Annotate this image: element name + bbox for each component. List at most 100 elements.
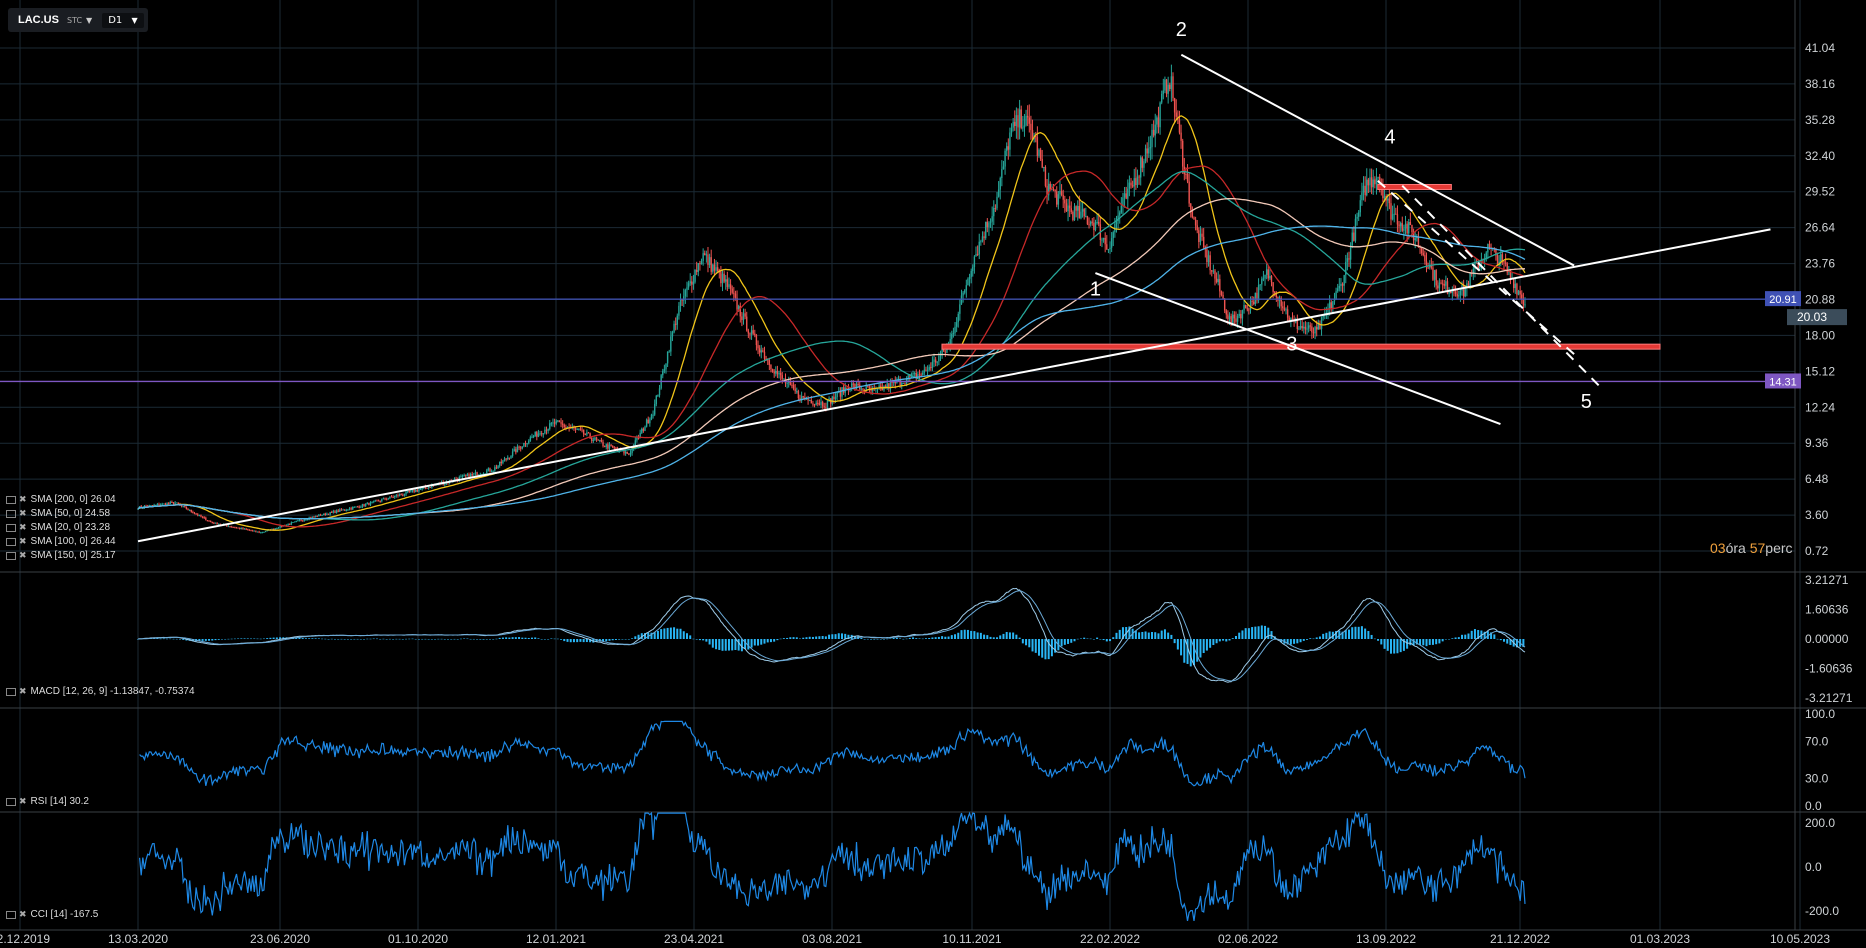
settings-icon[interactable]: [6, 551, 16, 560]
macd-bar: [1160, 630, 1163, 639]
candle-body: [534, 431, 536, 437]
candle-body: [673, 323, 675, 333]
candle-body: [1462, 285, 1465, 297]
macd-bar: [1021, 639, 1024, 644]
settings-icon[interactable]: [6, 537, 16, 546]
close-icon[interactable]: ✖: [19, 508, 27, 519]
candle-body: [1438, 282, 1441, 289]
candle-body: [1359, 200, 1362, 213]
candle-body: [1093, 222, 1095, 231]
macd-bar: [250, 638, 253, 640]
macd-bar: [1461, 634, 1464, 639]
close-icon[interactable]: ✖: [19, 796, 27, 807]
macd-bar: [566, 639, 569, 642]
candle-body: [1119, 212, 1121, 216]
close-icon[interactable]: ✖: [19, 494, 27, 505]
indicator-sma50[interactable]: ✖ SMA [50, 0] 24.58: [6, 508, 110, 519]
settings-icon[interactable]: [6, 687, 16, 696]
macd-bar: [763, 639, 766, 644]
candle-body: [1370, 177, 1373, 188]
macd-bar: [1247, 628, 1250, 639]
candle-body: [1064, 199, 1066, 204]
macd-bar: [330, 638, 333, 640]
symbol-toolbar[interactable]: LAC.US STC ▼ D1 ▼: [8, 8, 148, 32]
macd-bar: [928, 638, 931, 639]
macd-bar: [233, 638, 236, 640]
settings-icon[interactable]: [6, 523, 16, 532]
candle-body: [1088, 224, 1090, 226]
candle-body: [994, 208, 997, 210]
close-icon[interactable]: ✖: [19, 550, 27, 561]
macd-bar: [1386, 639, 1389, 651]
macd-bar: [1138, 632, 1141, 639]
candle-body: [668, 351, 670, 353]
indicator-sma150[interactable]: ✖ SMA [150, 0] 25.17: [6, 550, 116, 561]
candle-body: [174, 502, 176, 504]
indicator-sma20[interactable]: ✖ SMA [20, 0] 23.28: [6, 522, 110, 533]
candle-body: [1393, 213, 1395, 215]
chevron-down-icon[interactable]: ▼: [86, 16, 92, 25]
macd-bar: [1118, 629, 1121, 639]
time-tick-label: 03.08.2021: [802, 932, 862, 946]
candle-body: [374, 500, 377, 502]
macd-bar: [1167, 632, 1170, 639]
candle-body: [1056, 191, 1058, 205]
close-icon[interactable]: ✖: [19, 909, 27, 920]
candle-body: [1026, 115, 1029, 118]
indicator-cci[interactable]: ✖ CCI [14] -167.5: [6, 909, 98, 920]
macd-bar: [1028, 639, 1031, 648]
candle-body: [1106, 244, 1108, 250]
time-tick-label: 22.02.2022: [1080, 932, 1140, 946]
indicator-sma100[interactable]: ✖ SMA [100, 0] 26.44: [6, 536, 116, 547]
candle-body: [313, 516, 315, 518]
candle-body: [913, 373, 916, 375]
macd-bar: [1441, 639, 1444, 642]
candle-body: [1023, 125, 1026, 128]
candle-body: [363, 504, 365, 506]
candle-body: [980, 241, 982, 243]
settings-icon[interactable]: [6, 797, 16, 806]
macd-bar: [766, 639, 769, 643]
candle-body: [605, 444, 607, 447]
settings-icon[interactable]: [6, 495, 16, 504]
price-chart[interactable]: 1 2 3 4 5 41.04 38.16 35.28 32.40 29.52 26.64 23.76…: [0, 0, 1866, 948]
macd-bar: [1083, 637, 1086, 639]
candle-body: [513, 449, 515, 452]
indicator-rsi[interactable]: ✖ RSI [14] 30.2: [6, 796, 89, 807]
candle-body: [182, 506, 184, 508]
macd-bar: [886, 638, 889, 640]
candle-body: [1420, 247, 1423, 254]
candle-body: [1401, 223, 1403, 231]
resistance-zone-lower: [941, 343, 1661, 350]
candle-body: [1330, 302, 1332, 309]
candle-body: [1299, 325, 1302, 329]
macd-bar: [178, 639, 181, 640]
close-icon[interactable]: ✖: [19, 686, 27, 697]
time-tick-label: 01.03.2023: [1630, 932, 1690, 946]
candle-body: [158, 504, 160, 506]
macd-bar: [172, 638, 175, 640]
candle-body: [817, 402, 819, 404]
candle-body: [190, 509, 192, 512]
indicator-sma200[interactable]: ✖ SMA [200, 0] 26.04: [6, 494, 116, 505]
candle-body: [1010, 127, 1013, 133]
macd-bar: [996, 637, 999, 639]
macd-bar: [363, 639, 366, 640]
macd-bar: [1005, 631, 1008, 639]
macd-bar: [1302, 639, 1305, 641]
candle-body: [684, 290, 687, 297]
timeframe-select[interactable]: D1 ▼: [102, 12, 144, 28]
indicator-label: SMA [20, 0] 23.28: [30, 522, 111, 533]
macd-bar: [1380, 639, 1383, 645]
time-tick-label: 13.09.2022: [1356, 932, 1416, 946]
settings-icon[interactable]: [6, 910, 16, 919]
candle-body: [676, 315, 678, 325]
symbol-label[interactable]: LAC.US: [8, 14, 67, 26]
close-icon[interactable]: ✖: [19, 522, 27, 533]
settings-icon[interactable]: [6, 509, 16, 518]
macd-bar: [821, 635, 824, 639]
candle-body: [862, 388, 864, 391]
close-icon[interactable]: ✖: [19, 536, 27, 547]
candle-body: [1301, 325, 1303, 329]
indicator-macd[interactable]: ✖ MACD [12, 26, 9] -1.13847, -0.75374: [6, 686, 195, 697]
